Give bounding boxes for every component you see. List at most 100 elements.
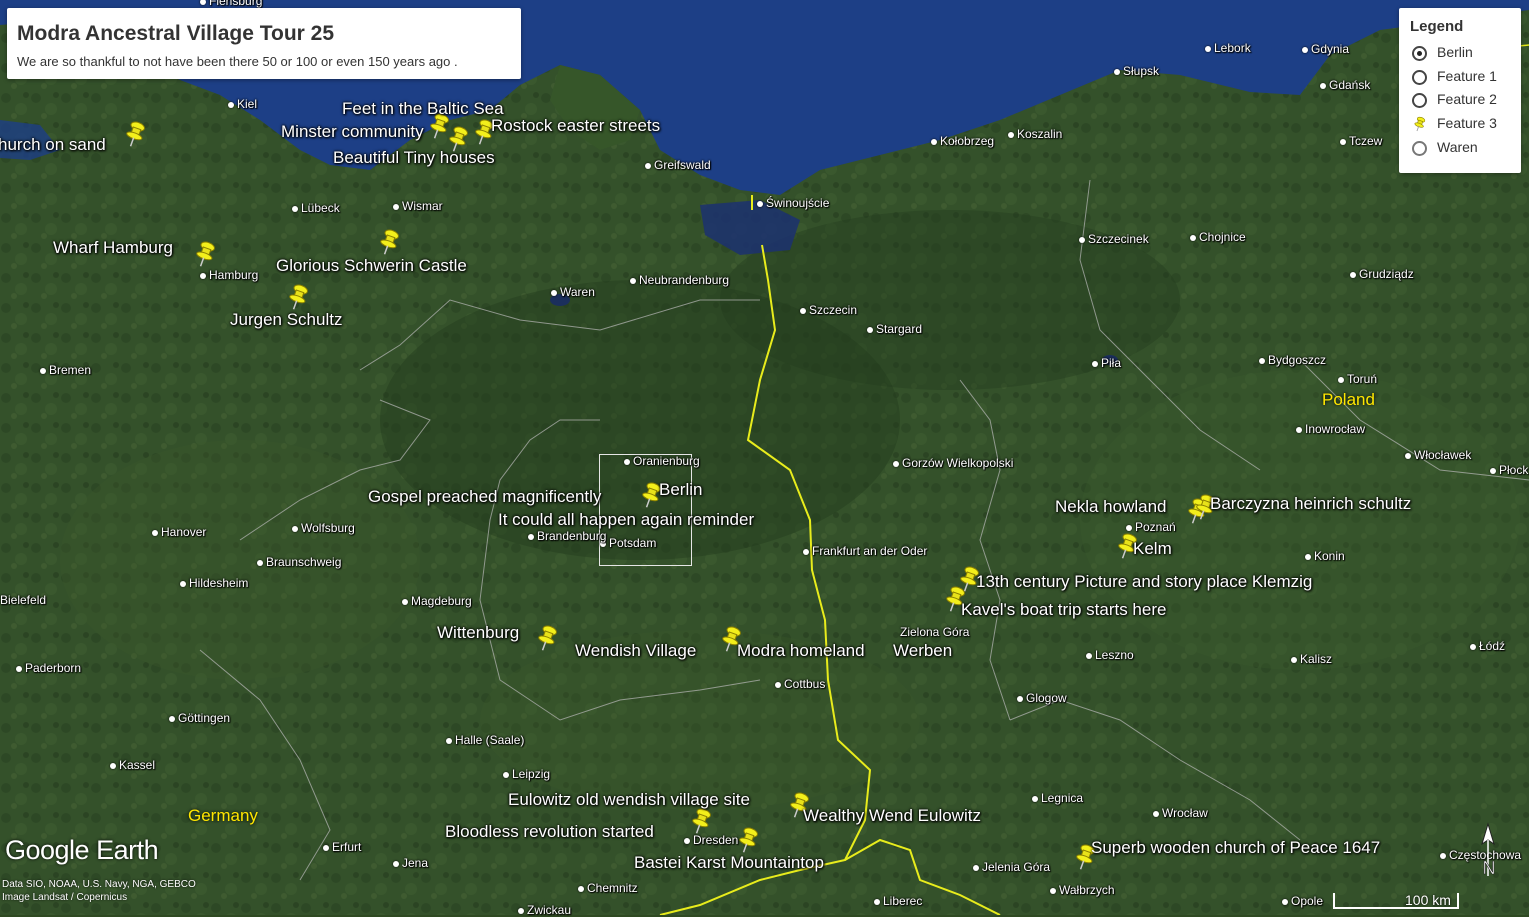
city-label[interactable]: Leipzig	[503, 767, 550, 781]
placemark-label[interactable]: 13th century Picture and story place Kle…	[976, 572, 1312, 592]
placemark-label[interactable]: Feet in the Baltic Sea	[342, 99, 504, 119]
city-label[interactable]: Leszno	[1086, 648, 1134, 662]
placemark-label[interactable]: Barczyzna heinrich schultz	[1210, 494, 1411, 514]
city-label[interactable]: Bielefeld	[0, 593, 46, 607]
city-label[interactable]: Glogow	[1017, 691, 1067, 705]
city-label[interactable]: Lübeck	[292, 201, 340, 215]
city-label[interactable]: Legnica	[1032, 791, 1083, 805]
city-label[interactable]: Wolfsburg	[292, 521, 355, 535]
pushpin-icon[interactable]	[690, 807, 712, 835]
pushpin-icon[interactable]	[378, 228, 400, 256]
city-label[interactable]: Wismar	[393, 199, 443, 213]
pushpin-icon[interactable]	[194, 240, 216, 268]
city-label[interactable]: Wałbrzych	[1050, 883, 1115, 897]
pushpin-icon[interactable]	[124, 120, 146, 148]
city-label[interactable]: Opole	[1282, 894, 1323, 908]
city-label[interactable]: Hildesheim	[180, 576, 248, 590]
placemark-label[interactable]: Werben	[893, 641, 952, 661]
city-label[interactable]: Greifswald	[645, 158, 711, 172]
city-label[interactable]: Kołobrzeg	[931, 134, 994, 148]
placemark-label[interactable]: Wittenburg	[437, 623, 519, 643]
city-label[interactable]: Halle (Saale)	[446, 733, 524, 747]
city-label[interactable]: Bremen	[40, 363, 91, 377]
placemark-label[interactable]: Modra homeland	[737, 641, 865, 661]
placemark-label[interactable]: Beautiful Tiny houses	[333, 148, 495, 168]
city-label[interactable]: Magdeburg	[402, 594, 472, 608]
placemark-label[interactable]: Wendish Village	[575, 641, 696, 661]
placemark-label[interactable]: Wealthy Wend Eulowitz	[803, 806, 981, 826]
placemark-label[interactable]: Eulowitz old wendish village site	[508, 790, 750, 810]
city-label[interactable]: Hamburg	[200, 268, 258, 282]
city-label[interactable]: Kiel	[228, 97, 257, 111]
placemark-label[interactable]: Gospel preached magnificently	[368, 487, 601, 507]
city-label[interactable]: Frankfurt an der Oder	[803, 544, 927, 558]
city-label[interactable]: Kalisz	[1291, 652, 1332, 666]
city-label[interactable]: Flensburg	[200, 0, 262, 8]
north-arrow-icon[interactable]: N	[1476, 822, 1500, 880]
placemark-label[interactable]: Jurgen Schultz	[230, 310, 342, 330]
placemark-label[interactable]: Nekla howland	[1055, 497, 1167, 517]
placemark-label[interactable]: Berlin	[659, 480, 702, 500]
city-label[interactable]: Wrocław	[1153, 806, 1208, 820]
city-label[interactable]: Gdynia	[1302, 42, 1349, 56]
city-label[interactable]: Waren	[551, 285, 595, 299]
city-label[interactable]: Płock	[1490, 463, 1528, 477]
city-label[interactable]: Kassel	[110, 758, 155, 772]
city-label[interactable]: Oranienburg	[624, 454, 700, 468]
radio-icon[interactable]	[1412, 92, 1427, 108]
legend-item-feature-3[interactable]: Feature 3	[1412, 115, 1497, 135]
city-label[interactable]: Grudziądz	[1350, 267, 1414, 281]
placemark-label[interactable]: Wharf Hamburg	[53, 238, 173, 258]
placemark-label[interactable]: It could all happen again reminder	[498, 510, 754, 530]
radio-selected-icon[interactable]	[1412, 45, 1427, 61]
city-label[interactable]: Słupsk	[1114, 64, 1159, 78]
city-label[interactable]: Włocławek	[1405, 448, 1471, 462]
pushpin-icon[interactable]	[287, 283, 309, 311]
legend-item-waren[interactable]: Waren	[1412, 139, 1478, 159]
city-label[interactable]: Cottbus	[775, 677, 825, 691]
city-label[interactable]: Gorzów Wielkopolski	[893, 456, 1013, 470]
radio-icon[interactable]	[1412, 69, 1427, 85]
placemark-label[interactable]: Bloodless revolution started	[445, 822, 654, 842]
satellite-map[interactable]	[0, 0, 1529, 915]
city-label[interactable]: Gdańsk	[1320, 78, 1370, 92]
legend-item-feature-1[interactable]: Feature 1	[1412, 68, 1497, 88]
placemark-label[interactable]: Glorious Schwerin Castle	[276, 256, 467, 276]
placemark-label[interactable]: Bastei Karst Mountaintop	[634, 853, 824, 873]
city-label[interactable]: Chemnitz	[578, 881, 638, 895]
pushpin-icon[interactable]	[536, 624, 558, 652]
city-label[interactable]: Jena	[393, 856, 428, 870]
city-label[interactable]: Brandenburg	[528, 529, 606, 543]
legend-item-berlin[interactable]: Berlin	[1412, 44, 1473, 64]
city-label[interactable]: Jelenia Góra	[973, 860, 1050, 874]
city-label[interactable]: Potsdam	[600, 536, 656, 550]
city-label[interactable]: Chojnice	[1190, 230, 1246, 244]
city-label[interactable]: Hanover	[152, 525, 206, 539]
city-label[interactable]: Neubrandenburg	[630, 273, 729, 287]
placemark-label[interactable]: Kelm	[1133, 539, 1172, 559]
placemark-label[interactable]: Minster community	[281, 122, 424, 142]
city-label[interactable]: Łódź	[1470, 639, 1505, 653]
city-label[interactable]: Szczecin	[800, 303, 857, 317]
city-label[interactable]: Świnoujście	[757, 196, 829, 210]
placemark-label[interactable]: Superb wooden church of Peace 1647	[1091, 838, 1380, 858]
placemark-label[interactable]: hurch on sand	[0, 135, 106, 155]
city-label[interactable]: Inowrocław	[1296, 422, 1365, 436]
city-label[interactable]: Konin	[1305, 549, 1345, 563]
city-label[interactable]: Erfurt	[323, 840, 361, 854]
city-label[interactable]: Göttingen	[169, 711, 230, 725]
city-label[interactable]: Bydgoszcz	[1259, 353, 1326, 367]
pushpin-icon[interactable]	[737, 826, 759, 854]
radio-icon[interactable]	[1412, 140, 1427, 156]
city-label[interactable]: Toruń	[1338, 372, 1377, 386]
city-label[interactable]: Zielona Góra	[900, 625, 969, 639]
city-label[interactable]: Liberec	[874, 894, 922, 908]
city-label[interactable]: Braunschweig	[257, 555, 341, 569]
city-label[interactable]: Dresden	[684, 833, 738, 847]
city-label[interactable]: Koszalin	[1008, 127, 1062, 141]
city-label[interactable]: Tczew	[1340, 134, 1382, 148]
city-label[interactable]: Lebork	[1205, 41, 1251, 55]
legend-item-feature-2[interactable]: Feature 2	[1412, 91, 1497, 111]
placemark-label[interactable]: Rostock easter streets	[491, 116, 660, 136]
city-label[interactable]: Szczecinek	[1079, 232, 1149, 246]
